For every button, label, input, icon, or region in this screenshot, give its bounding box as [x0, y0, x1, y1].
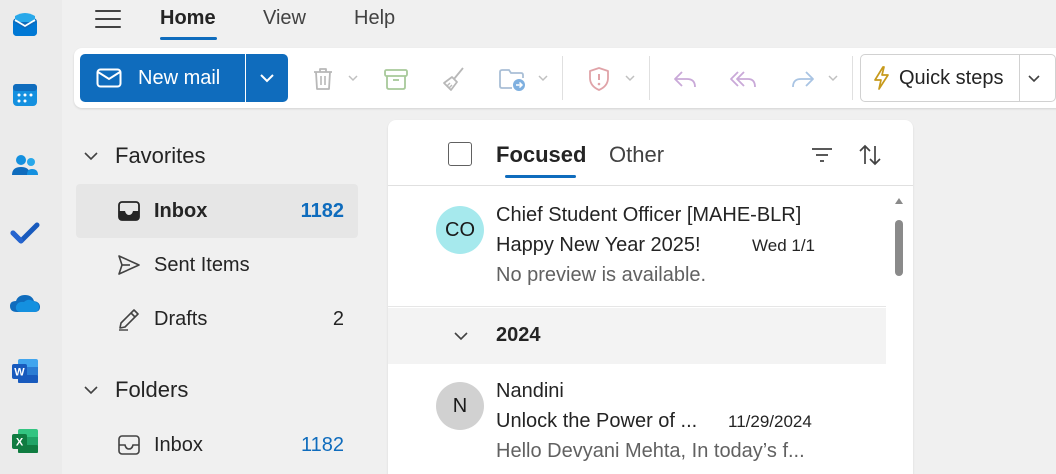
excel-icon[interactable]: X [8, 424, 42, 458]
tab-view[interactable]: View [263, 7, 306, 30]
chevron-down-icon [84, 386, 98, 395]
chevron-down-icon [454, 332, 468, 341]
active-tab-indicator [505, 175, 576, 178]
favorites-label: Favorites [115, 143, 206, 168]
folder-label: Inbox [154, 199, 208, 222]
message-list-scrollbar[interactable] [886, 186, 913, 474]
ribbon-toolbar: New mail Quick steps [74, 48, 1056, 108]
message-subject: Unlock the Power of ... [496, 410, 698, 432]
tab-other[interactable]: Other [609, 142, 664, 168]
svg-text:W: W [14, 367, 25, 379]
onedrive-icon[interactable] [8, 286, 42, 320]
reply-icon[interactable] [670, 64, 700, 94]
forward-icon[interactable] [788, 64, 818, 94]
people-icon[interactable] [8, 148, 42, 182]
folders-label: Folders [115, 377, 189, 402]
message-list-header: Focused Other [388, 120, 913, 186]
select-all-checkbox[interactable] [448, 142, 472, 166]
report-chevron-down-icon[interactable] [624, 72, 636, 84]
scrollbar-thumb[interactable] [895, 220, 903, 276]
tab-focused[interactable]: Focused [496, 142, 586, 168]
svg-text:X: X [16, 437, 24, 449]
ribbon-separator [562, 56, 563, 100]
message-sender: Chief Student Officer [MAHE-BLR] [496, 204, 802, 226]
chevron-down-icon [260, 74, 274, 83]
folders-item-inbox[interactable]: Inbox 1182 [76, 418, 358, 472]
folder-pane: Favorites Inbox 1182 Sent Items Drafts 2… [62, 118, 378, 474]
date-group-header[interactable]: 2024 [388, 308, 886, 364]
avatar: N [436, 382, 484, 430]
message-list: Focused Other CO Chief Student Officer [… [388, 120, 913, 474]
calendar-icon[interactable] [8, 78, 42, 112]
message-preview: No preview is available. [496, 264, 707, 286]
move-chevron-down-icon[interactable] [537, 72, 549, 84]
favorites-item-sent-items[interactable]: Sent Items [76, 238, 358, 292]
new-mail-dropdown-button[interactable] [246, 54, 288, 102]
ribbon-separator [649, 56, 650, 100]
mail-icon[interactable] [8, 8, 42, 42]
item-count: 2 [332, 307, 344, 330]
mail-envelope-icon [96, 68, 122, 88]
chevron-down-icon [84, 152, 98, 161]
app-rail: W X [0, 0, 62, 474]
word-icon[interactable]: W [8, 354, 42, 388]
pencil-icon [116, 306, 142, 332]
message-subject: Happy New Year 2025! [496, 234, 701, 256]
send-icon [116, 252, 142, 278]
inbox-icon [116, 432, 142, 458]
quick-steps-button[interactable]: Quick steps [860, 54, 1056, 102]
unread-count: 1182 [300, 199, 344, 222]
reply-all-icon[interactable] [728, 64, 758, 94]
delete-icon[interactable] [308, 64, 338, 94]
unread-count: 1182 [300, 433, 344, 456]
folder-label: Drafts [154, 307, 208, 330]
quick-steps-label: Quick steps [899, 66, 1004, 89]
folders-header[interactable]: Folders [82, 372, 188, 408]
avatar: CO [436, 206, 484, 254]
ribbon-separator [852, 56, 853, 100]
message-sender: Nandini [496, 380, 564, 402]
active-tab-indicator [160, 37, 217, 40]
message-date: 11/29/2024 [728, 412, 812, 431]
lightning-icon [871, 65, 891, 91]
new-mail-button[interactable]: New mail [80, 54, 245, 102]
message-date: Wed 1/1 [752, 236, 816, 255]
folder-label: Sent Items [154, 253, 250, 276]
quick-steps-chevron-down-icon[interactable] [1027, 73, 1041, 85]
tab-home[interactable]: Home [160, 7, 216, 30]
delete-chevron-down-icon[interactable] [347, 72, 359, 84]
scroll-up-arrow-icon[interactable] [895, 198, 903, 204]
sweep-icon[interactable] [439, 64, 469, 94]
tab-help[interactable]: Help [354, 7, 395, 30]
favorites-item-inbox[interactable]: Inbox 1182 [76, 184, 358, 238]
quick-steps-divider [1019, 55, 1020, 101]
favorites-header[interactable]: Favorites [82, 138, 205, 174]
hamburger-menu-icon[interactable] [92, 8, 124, 30]
favorites-item-drafts[interactable]: Drafts 2 [76, 292, 358, 346]
new-mail-label: New mail [138, 66, 221, 89]
move-to-folder-icon[interactable] [498, 64, 528, 94]
message-item[interactable]: N Nandini Unlock the Power of ... 11/29/… [388, 364, 886, 474]
group-label: 2024 [496, 324, 541, 346]
message-preview: Hello Devyani Mehta, In today’s f... [496, 440, 805, 462]
folder-label: Inbox [154, 433, 203, 456]
report-shield-icon[interactable] [584, 64, 614, 94]
message-item[interactable]: CO Chief Student Officer [MAHE-BLR] Happ… [388, 186, 886, 307]
archive-icon[interactable] [381, 64, 411, 94]
todo-icon[interactable] [8, 216, 42, 250]
forward-chevron-down-icon[interactable] [827, 72, 839, 84]
top-navigation: Home View Help [62, 0, 1056, 44]
sort-icon[interactable] [856, 141, 884, 169]
filter-icon[interactable] [808, 141, 836, 169]
inbox-icon [116, 198, 142, 224]
